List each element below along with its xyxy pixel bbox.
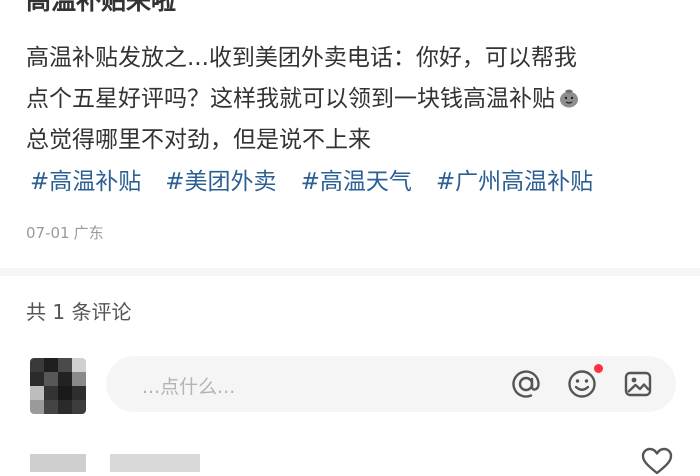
post-body: 高温补贴发放之...收到美团外卖电话：你好，可以帮我 点个五星好评吗？这样我就可… [26, 38, 686, 161]
post-body-line: 点个五星好评吗？这样我就可以领到一块钱高温补贴 [26, 79, 686, 120]
avatar[interactable] [30, 358, 86, 414]
post-date: 07-01 [26, 224, 70, 242]
section-divider [0, 268, 700, 276]
notification-dot [594, 364, 603, 373]
comment-count: 共 1 条评论 [26, 300, 132, 324]
post-body-line: 高温补贴发放之...收到美团外卖电话：你好，可以帮我 [26, 45, 577, 71]
post-body-line: 总觉得哪里不对劲，但是说不上来 [26, 127, 371, 153]
next-comment-row [0, 446, 700, 472]
hashtag-link[interactable]: #美团外卖 [165, 164, 276, 200]
tag-list: #高温补贴 #美团外卖 #高温天气 #广州高温补贴 [30, 164, 593, 200]
comment-input-placeholder: ...点什么... [142, 376, 236, 398]
heart-icon[interactable] [640, 446, 674, 476]
post-meta: 07-01 广东 [26, 222, 104, 243]
at-icon[interactable] [510, 368, 542, 400]
hashtag-link[interactable]: #高温天气 [301, 164, 412, 200]
post-location: 广东 [73, 224, 104, 242]
money-bag-icon [560, 89, 578, 108]
blurred-username [110, 454, 200, 472]
hashtag-link[interactable]: #高温补贴 [30, 164, 141, 200]
post-body-line-text: 点个五星好评吗？这样我就可以领到一块钱高温补贴 [26, 86, 555, 112]
emoji-icon[interactable] [566, 368, 598, 400]
post-title: 高温补贴来啦 [26, 0, 177, 15]
image-icon[interactable] [622, 368, 654, 400]
blurred-avatar [30, 454, 86, 472]
comment-input[interactable]: ...点什么... [106, 356, 676, 412]
hashtag-link[interactable]: #广州高温补贴 [436, 164, 593, 200]
